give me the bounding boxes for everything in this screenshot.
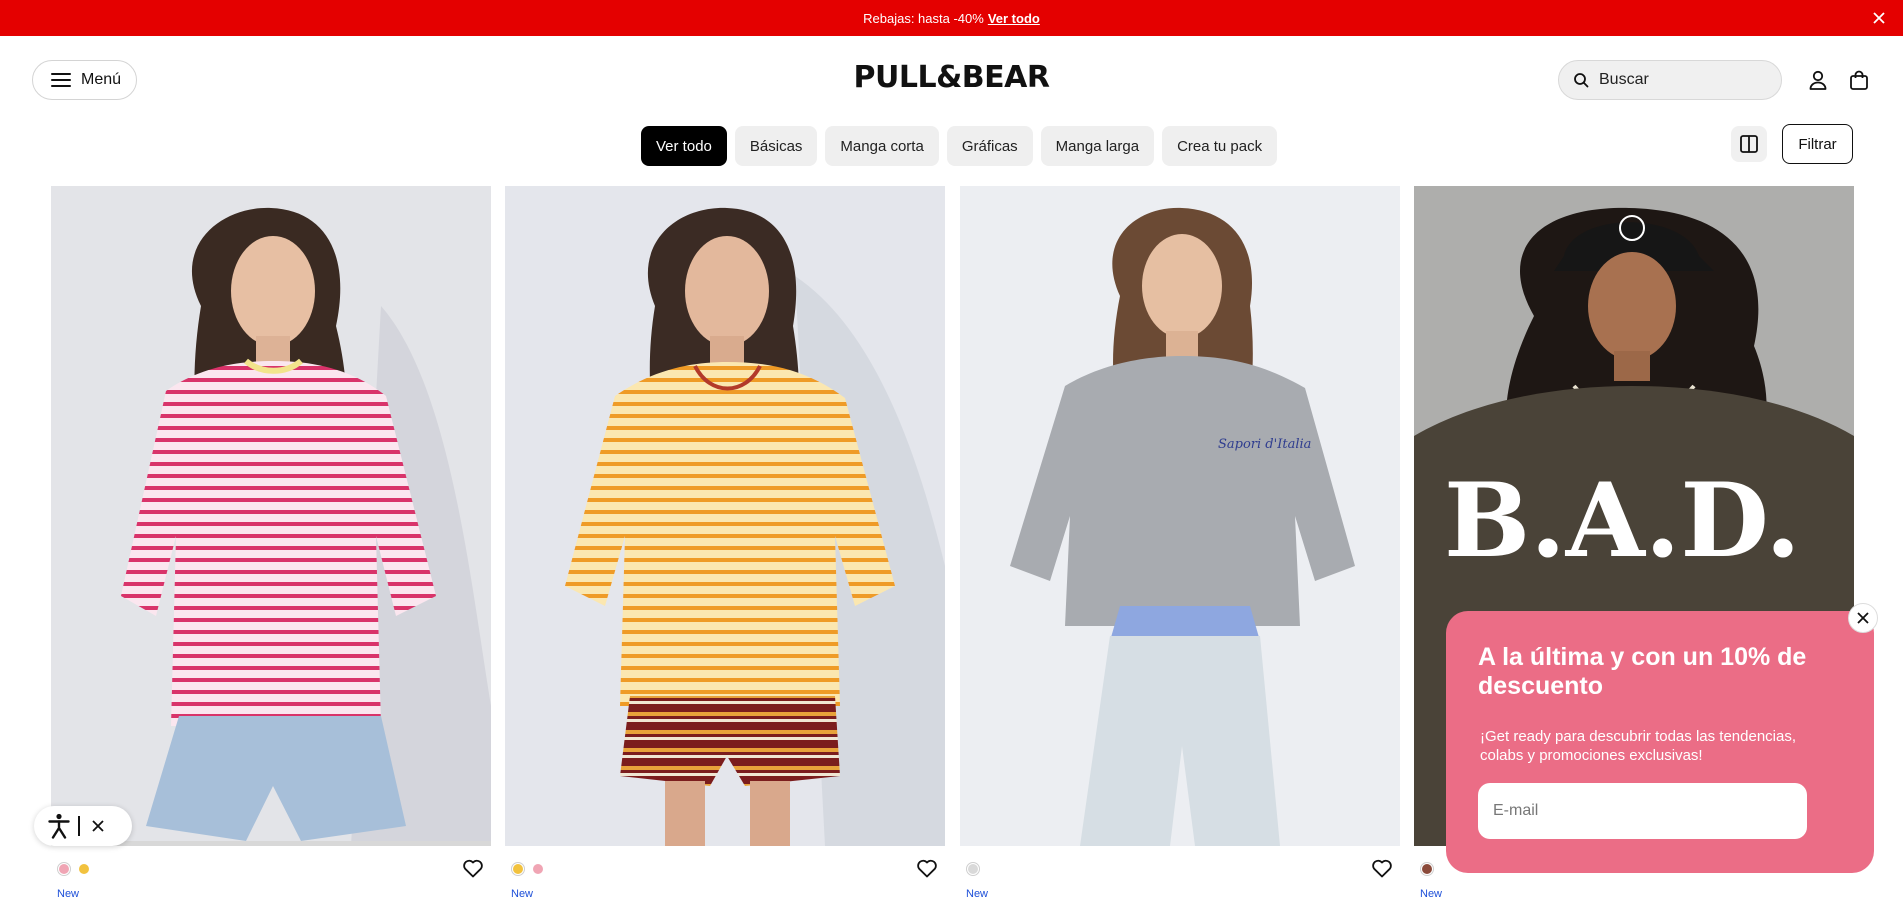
color-swatch[interactable] (966, 862, 980, 876)
promo-link[interactable]: Ver todo (988, 11, 1040, 26)
new-badge: New (966, 888, 989, 899)
favorite-heart-icon[interactable] (461, 856, 485, 880)
menu-label: Menú (81, 71, 122, 88)
popup-close-icon[interactable] (1848, 603, 1878, 633)
color-swatches (966, 862, 980, 876)
favorite-heart-icon[interactable] (915, 856, 939, 880)
product-image[interactable] (505, 186, 945, 846)
color-swatch[interactable] (1420, 862, 1434, 876)
tab-manga-larga[interactable]: Manga larga (1040, 126, 1155, 166)
print-graphic-text: Sapori d'Italia (1218, 437, 1311, 452)
newsletter-popup: A la última y con un 10% de descuento ¡G… (1446, 611, 1874, 873)
bag-icon[interactable] (1845, 66, 1873, 94)
color-swatch[interactable] (57, 862, 71, 876)
product-image[interactable] (51, 186, 491, 846)
product-card: Sapori d'Italia New (960, 186, 1400, 899)
color-swatches (1420, 862, 1434, 876)
favorite-heart-icon[interactable] (1370, 856, 1394, 880)
color-swatch[interactable] (77, 862, 91, 876)
menu-button[interactable]: Menú (32, 60, 137, 100)
product-card: New (505, 186, 945, 899)
search-box[interactable] (1558, 60, 1782, 100)
category-tabs: Ver todo Básicas Manga corta Gráficas Ma… (641, 126, 1278, 166)
account-icon[interactable] (1804, 66, 1832, 94)
accessibility-widget (34, 806, 132, 846)
hamburger-icon (51, 73, 71, 87)
graphic-print-text: B.A.D. (1444, 461, 1801, 581)
tab-ver-todo[interactable]: Ver todo (641, 126, 727, 166)
tab-crea-tu-pack[interactable]: Crea tu pack (1162, 126, 1278, 166)
promo-close-icon[interactable] (1869, 8, 1889, 28)
search-input[interactable] (1599, 71, 1759, 89)
color-swatch[interactable] (531, 862, 545, 876)
tab-graficas[interactable]: Gráficas (946, 126, 1033, 166)
product-image[interactable]: Sapori d'Italia (960, 186, 1400, 846)
tab-manga-corta[interactable]: Manga corta (825, 126, 939, 166)
search-icon (1574, 73, 1589, 88)
grid-layout-icon[interactable] (1731, 126, 1767, 162)
email-field[interactable] (1478, 783, 1807, 839)
promo-text: Rebajas: hasta -40% (863, 10, 984, 26)
close-icon[interactable] (91, 820, 104, 832)
new-badge: New (57, 888, 80, 899)
divider (78, 816, 80, 836)
promo-bar: Rebajas: hasta -40% Ver todo (0, 0, 1903, 36)
color-swatch[interactable] (511, 862, 525, 876)
color-swatches (511, 862, 545, 876)
newsletter-title: A la última y con un 10% de descuento (1478, 643, 1807, 700)
filter-button[interactable]: Filtrar (1782, 124, 1853, 164)
tab-basicas[interactable]: Básicas (734, 126, 818, 166)
product-card: New (51, 186, 491, 899)
accessibility-icon[interactable] (48, 813, 70, 839)
color-swatches (57, 862, 91, 876)
newsletter-description: ¡Get ready para descubrir todas las tend… (1480, 728, 1797, 764)
new-badge: New (511, 888, 534, 899)
new-badge: New (1420, 888, 1443, 899)
